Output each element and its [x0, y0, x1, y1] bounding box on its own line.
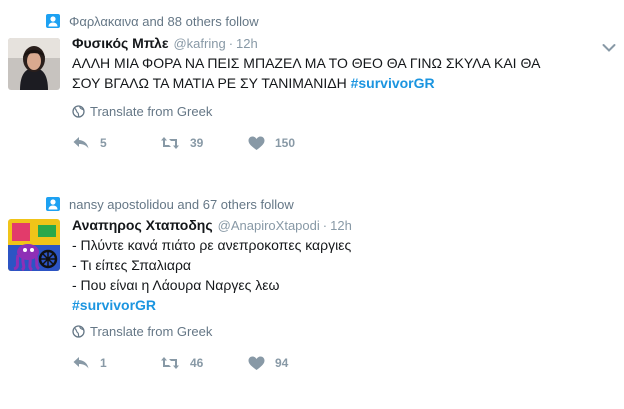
tweet-text-fragment: ΣΟΥ ΒΓΑΛΩ ΤΑ ΜΑΤΙΑ ΡΕ ΣΥ ΤΑΝΙΜΑΝΙΔΗ [72, 75, 347, 91]
retweet-icon [161, 137, 179, 149]
translate-label: Translate from Greek [90, 323, 213, 339]
avatar[interactable] [8, 219, 60, 271]
chevron-down-icon[interactable] [602, 40, 616, 52]
translate-link[interactable]: Translate from Greek [72, 103, 212, 119]
social-context: Φαρλακαινα and 88 others follow [46, 13, 259, 29]
tweet[interactable]: nansy apostolidou and 67 others follow Α… [0, 190, 624, 409]
separator-dot: · [322, 218, 328, 233]
social-context: nansy apostolidou and 67 others follow [46, 196, 294, 212]
like-button[interactable]: 94 [248, 356, 336, 371]
hashtag-link[interactable]: #survivorGR [72, 295, 602, 315]
retweet-button[interactable]: 46 [160, 356, 248, 370]
timestamp[interactable]: 12h [236, 36, 258, 51]
reply-icon [73, 137, 89, 149]
heart-icon [248, 136, 265, 150]
retweet-icon [161, 357, 179, 369]
translate-link[interactable]: Translate from Greek [72, 323, 212, 339]
tweet-text: - Πλύντε κανά πιάτο ρε ανεπροκοπες καργι… [72, 235, 602, 315]
reply-button[interactable]: 1 [72, 356, 160, 370]
like-count: 94 [275, 356, 289, 370]
like-button[interactable]: 150 [248, 136, 336, 151]
tweet-actions: 1 46 94 [72, 354, 336, 372]
tweet-header: Φυσικός Μπλε @kafring · 12h [72, 35, 258, 53]
tweet-header: Αναπηρος Χταποδης @AnapiroXtapodi · 12h [72, 217, 352, 235]
author-name[interactable]: Αναπηρος Χταποδης [72, 217, 213, 233]
social-context-text[interactable]: Φαρλακαινα and 88 others follow [69, 14, 259, 29]
tweet-text-line: - Που είναι η Λάουρα Ναργες λεω [72, 277, 280, 293]
tweet-text-line: - Πλύντε κανά πιάτο ρε ανεπροκοπες καργι… [72, 237, 352, 253]
tweet-text: ΑΛΛΗ ΜΙΑ ΦΟΡΑ ΝΑ ΠΕΙΣ ΜΠΑΖΕΛ ΜΑ ΤΟ ΘΕΟ Θ… [72, 53, 602, 93]
globe-icon [72, 324, 85, 338]
globe-icon [72, 104, 85, 118]
author-handle[interactable]: @AnapiroXtapodi [218, 218, 320, 233]
person-icon [46, 197, 60, 211]
reply-icon [73, 357, 89, 369]
author-handle[interactable]: @kafring [173, 36, 225, 51]
social-context-text[interactable]: nansy apostolidou and 67 others follow [69, 197, 294, 212]
tweet-text-line: ΣΟΥ ΒΓΑΛΩ ΤΑ ΜΑΤΙΑ ΡΕ ΣΥ ΤΑΝΙΜΑΝΙΔΗ #sur… [72, 73, 602, 93]
retweet-button[interactable]: 39 [160, 136, 248, 150]
reply-button[interactable]: 5 [72, 136, 160, 150]
tweet[interactable]: Φαρλακαινα and 88 others follow Φυσικός … [0, 0, 624, 180]
author-name[interactable]: Φυσικός Μπλε [72, 35, 168, 51]
tweet-actions: 5 39 150 [72, 134, 336, 152]
retweet-count: 39 [190, 136, 204, 150]
person-icon [46, 14, 60, 28]
like-count: 150 [275, 136, 296, 150]
hashtag-link[interactable]: #survivorGR [351, 75, 435, 91]
heart-icon [248, 356, 265, 370]
tweet-text-line: - Τι είπες Σπαλιαρα [72, 257, 192, 273]
tweet-text-line: ΑΛΛΗ ΜΙΑ ΦΟΡΑ ΝΑ ΠΕΙΣ ΜΠΑΖΕΛ ΜΑ ΤΟ ΘΕΟ Θ… [72, 55, 541, 71]
timestamp[interactable]: 12h [330, 218, 352, 233]
reply-count: 1 [100, 356, 107, 370]
reply-count: 5 [100, 136, 107, 150]
avatar[interactable] [8, 38, 60, 90]
retweet-count: 46 [190, 356, 204, 370]
separator-dot: · [228, 36, 234, 51]
translate-label: Translate from Greek [90, 103, 213, 119]
